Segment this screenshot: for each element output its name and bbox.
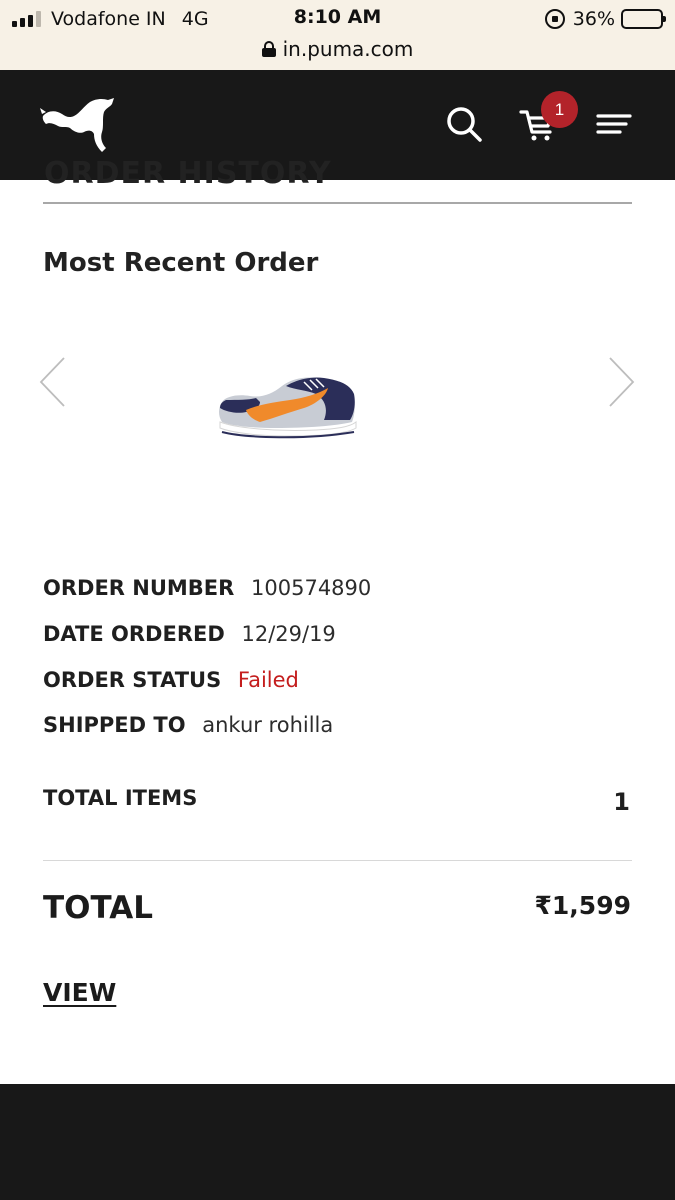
status-left: Vodafone IN 4G — [12, 6, 209, 32]
order-history-heading: ORDER HISTORY — [44, 148, 634, 204]
cart-count-badge: 1 — [541, 91, 578, 128]
chevron-left-icon[interactable] — [38, 356, 68, 408]
chevron-right-icon[interactable] — [606, 356, 636, 408]
battery-percent: 36% — [572, 8, 615, 30]
lock-icon — [261, 41, 276, 57]
battery-icon — [621, 9, 666, 29]
view-order-link[interactable]: VIEW — [43, 978, 116, 1007]
status-bar: Vodafone IN 4G 8:10 AM 36% in.puma.com — [0, 0, 675, 70]
shipped-to-value: ankur rohilla — [202, 713, 334, 737]
url-text: in.puma.com — [282, 37, 414, 61]
menu-icon[interactable] — [594, 104, 634, 144]
order-number-label: ORDER NUMBER — [43, 576, 235, 600]
totals-divider — [43, 860, 632, 861]
site-footer — [0, 1084, 675, 1200]
signal-icon — [12, 11, 41, 27]
order-number-row: ORDER NUMBER 100574890 — [43, 576, 371, 600]
total-value: ₹1,599 — [534, 891, 631, 920]
order-number-value: 100574890 — [251, 576, 372, 600]
date-ordered-label: DATE ORDERED — [43, 622, 225, 646]
network-type: 4G — [181, 8, 209, 30]
puma-logo[interactable] — [40, 96, 116, 156]
total-items-label: TOTAL ITEMS — [43, 786, 198, 810]
date-ordered-row: DATE ORDERED 12/29/19 — [43, 622, 336, 646]
carrier-name: Vodafone IN — [51, 8, 166, 30]
section-title: Most Recent Order — [43, 248, 319, 278]
address-bar[interactable]: in.puma.com — [0, 36, 675, 62]
order-status-label: ORDER STATUS — [43, 668, 222, 692]
date-ordered-value: 12/29/19 — [241, 622, 336, 646]
total-label: TOTAL — [43, 890, 153, 926]
order-status-value: Failed — [237, 668, 299, 692]
order-history-title: ORDER HISTORY — [44, 156, 332, 191]
total-items-value: 1 — [613, 788, 630, 816]
product-image-shoe[interactable] — [216, 372, 358, 440]
order-status-row: ORDER STATUS Failed — [43, 668, 299, 692]
status-right: 36% — [544, 6, 666, 32]
heading-divider — [43, 202, 632, 204]
shipped-to-row: SHIPPED TO ankur rohilla — [43, 713, 333, 737]
rotation-lock-icon — [544, 9, 565, 29]
search-icon[interactable] — [444, 104, 484, 144]
shipped-to-label: SHIPPED TO — [43, 713, 186, 737]
